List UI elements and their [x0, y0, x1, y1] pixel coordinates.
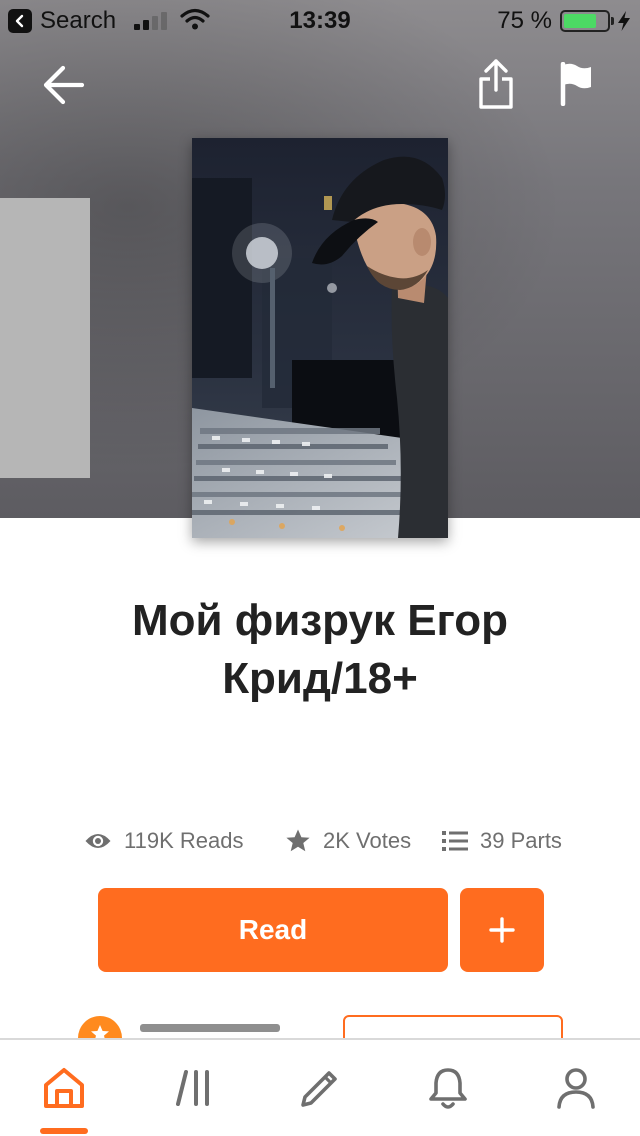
badge-star-icon [91, 1025, 109, 1038]
pencil-icon [301, 1071, 337, 1107]
battery-icon [560, 10, 610, 32]
battery-level-fill [564, 14, 596, 28]
battery-tip [611, 17, 614, 25]
ranking-text-clipped [140, 1024, 280, 1032]
tab-library[interactable] [154, 1040, 234, 1136]
outlined-button-clipped[interactable] [343, 1015, 563, 1038]
profile-icon [557, 1068, 595, 1109]
cover-photo [192, 138, 448, 538]
tab-write[interactable] [280, 1040, 360, 1136]
active-tab-indicator [40, 1128, 88, 1134]
add-to-library-button[interactable] [460, 888, 544, 972]
list-icon [442, 831, 468, 851]
battery-percent: 75 % [497, 7, 552, 34]
parts-count: 39 Parts [480, 828, 562, 853]
votes-count: 2K Votes [323, 828, 412, 853]
bottom-tab-bar [0, 1038, 640, 1136]
tab-notifications[interactable] [408, 1040, 488, 1136]
votes-stat: 2K Votes [285, 822, 411, 860]
library-icon [176, 1070, 209, 1106]
ranking-badge-icon [78, 1016, 122, 1038]
story-stats: 119K Reads 2K Votes 39 Parts [0, 822, 640, 860]
share-button[interactable] [470, 54, 522, 114]
parts-stat: 39 Parts [442, 822, 562, 860]
share-icon [479, 59, 513, 109]
report-flag-button[interactable] [552, 58, 600, 110]
plus-icon [489, 917, 515, 943]
read-button[interactable]: Read [98, 888, 448, 972]
charging-bolt-icon [618, 11, 630, 31]
bell-icon [429, 1068, 467, 1109]
reads-stat: 119K Reads [84, 822, 243, 860]
tab-profile[interactable] [536, 1040, 616, 1136]
back-arrow-icon [43, 65, 85, 105]
flag-icon [560, 62, 591, 106]
previous-story-cover[interactable] [0, 198, 90, 478]
home-icon [44, 1068, 84, 1108]
story-title: Мой физрук Егор Крид/18+ [131, 596, 509, 703]
tab-home[interactable] [24, 1040, 104, 1136]
star-icon [286, 829, 310, 852]
back-button[interactable] [34, 58, 92, 112]
story-cover-image[interactable] [192, 138, 448, 538]
status-bar: Search 13:39 75 % [0, 0, 640, 40]
reads-count: 119K Reads [124, 828, 244, 853]
eye-icon [85, 834, 111, 848]
partially-visible-row [0, 1010, 640, 1038]
